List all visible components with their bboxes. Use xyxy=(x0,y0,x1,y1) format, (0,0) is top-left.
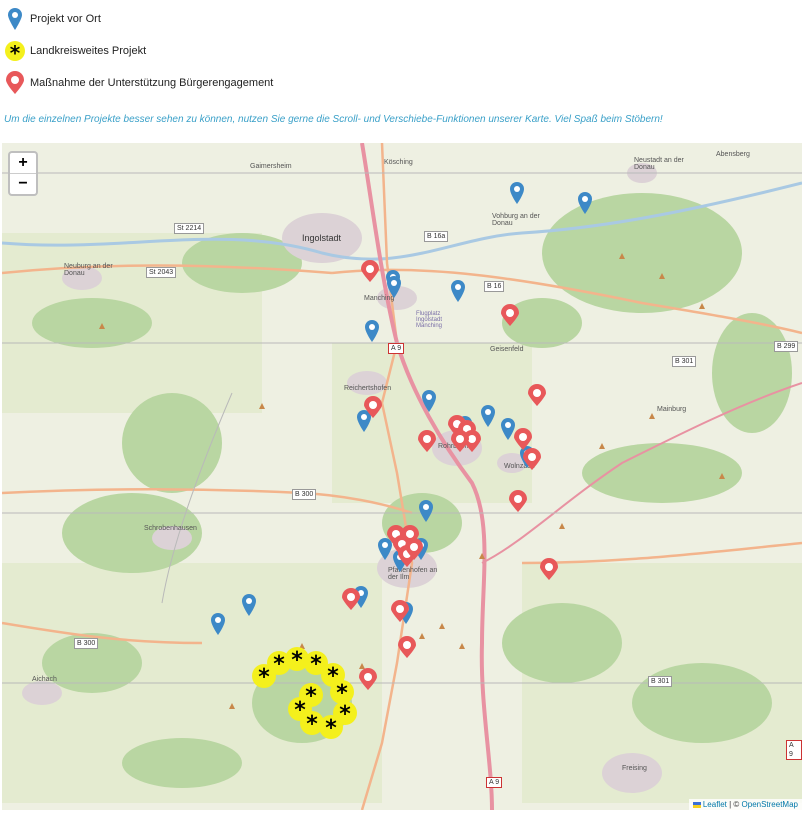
support-marker-red[interactable] xyxy=(390,599,410,623)
place-label: Neuburg an der Donau xyxy=(64,263,113,277)
place-label: Schrobenhausen xyxy=(144,525,197,532)
road-shield: B 16 xyxy=(484,281,505,292)
place-label: Ingolstadt xyxy=(302,233,342,243)
red-marker-icon xyxy=(4,71,26,95)
road-shield: A 9 xyxy=(388,343,405,354)
road-shield: A 9 xyxy=(486,777,503,788)
support-marker-red[interactable] xyxy=(500,303,520,327)
place-label: Flugplatz Ingolstadt Manching xyxy=(416,311,443,329)
place-label: Freising xyxy=(622,765,647,772)
place-label: Aichach xyxy=(32,676,57,683)
road-shield: B 300 xyxy=(74,638,99,649)
support-marker-red[interactable] xyxy=(360,259,380,283)
legend-red-label: Maßnahme der Unterstützung Bürgerengagem… xyxy=(30,77,274,89)
place-label: Reichertshofen xyxy=(344,385,392,392)
project-marker-blue[interactable] xyxy=(577,191,593,215)
map-hint-text: Um die einzelnen Projekte besser sehen z… xyxy=(4,114,663,125)
project-marker-blue[interactable] xyxy=(386,275,402,299)
road-shield: B 300 xyxy=(292,489,317,500)
road-shield: B 301 xyxy=(648,676,673,687)
project-marker-blue[interactable] xyxy=(480,404,496,428)
road-shield: B 16a xyxy=(424,231,449,242)
zoom-in-button[interactable]: + xyxy=(10,153,36,173)
place-label: Kösching xyxy=(384,159,413,166)
support-marker-red[interactable] xyxy=(404,537,424,561)
project-marker-blue[interactable] xyxy=(241,593,257,617)
road-shield: St 2214 xyxy=(174,223,205,234)
map[interactable]: Kösching Gaimersheim Neustadt an der Don… xyxy=(2,143,802,810)
support-marker-red[interactable] xyxy=(363,395,383,419)
project-marker-blue[interactable] xyxy=(509,181,525,205)
osm-link[interactable]: OpenStreetMap xyxy=(742,800,798,809)
county-project-star-marker[interactable]: * xyxy=(319,715,343,741)
flag-icon xyxy=(692,801,701,808)
zoom-control: + − xyxy=(8,151,38,196)
map-tiles xyxy=(2,143,802,810)
road-shield: St 2043 xyxy=(146,267,177,278)
support-marker-red[interactable] xyxy=(341,587,361,611)
legend-blue-label: Projekt vor Ort xyxy=(30,13,101,25)
place-label: Abensberg xyxy=(716,151,750,158)
blue-marker-icon xyxy=(4,7,26,31)
support-marker-red[interactable] xyxy=(527,383,547,407)
star-marker-icon: * xyxy=(4,39,26,65)
place-label: Geisenfeld xyxy=(490,346,524,353)
legend-star-label: Landkreisweites Projekt xyxy=(30,45,147,57)
support-marker-red[interactable] xyxy=(522,447,542,471)
place-label: Mainburg xyxy=(657,406,687,413)
attribution-separator: | © xyxy=(726,800,742,809)
project-marker-blue[interactable] xyxy=(450,279,466,303)
road-shield: B 301 xyxy=(672,356,697,367)
support-marker-red[interactable] xyxy=(358,667,378,691)
project-marker-blue[interactable] xyxy=(418,499,434,523)
legend-item-blue: Projekt vor Ort xyxy=(4,7,101,31)
zoom-out-button[interactable]: − xyxy=(10,173,36,194)
leaflet-link[interactable]: Leaflet xyxy=(703,800,727,809)
road-shield: B 299 xyxy=(774,341,799,352)
support-marker-red[interactable] xyxy=(539,557,559,581)
legend-item-red: Maßnahme der Unterstützung Bürgerengagem… xyxy=(4,71,273,95)
project-marker-blue[interactable] xyxy=(210,612,226,636)
support-marker-red[interactable] xyxy=(417,429,437,453)
support-marker-red[interactable] xyxy=(450,429,470,453)
place-label: Neustadt an der Donau xyxy=(634,157,684,171)
map-attribution: Leaflet | © OpenStreetMap xyxy=(688,799,802,810)
road-shield: A 9 xyxy=(786,740,802,760)
project-marker-blue[interactable] xyxy=(421,389,437,413)
legend-item-star: * Landkreisweites Projekt xyxy=(4,39,147,65)
place-label: Gaimersheim xyxy=(250,163,292,170)
place-label: Vohburg an der Donau xyxy=(492,213,540,227)
support-marker-red[interactable] xyxy=(397,635,417,659)
support-marker-red[interactable] xyxy=(508,489,528,513)
project-marker-blue[interactable] xyxy=(364,319,380,343)
